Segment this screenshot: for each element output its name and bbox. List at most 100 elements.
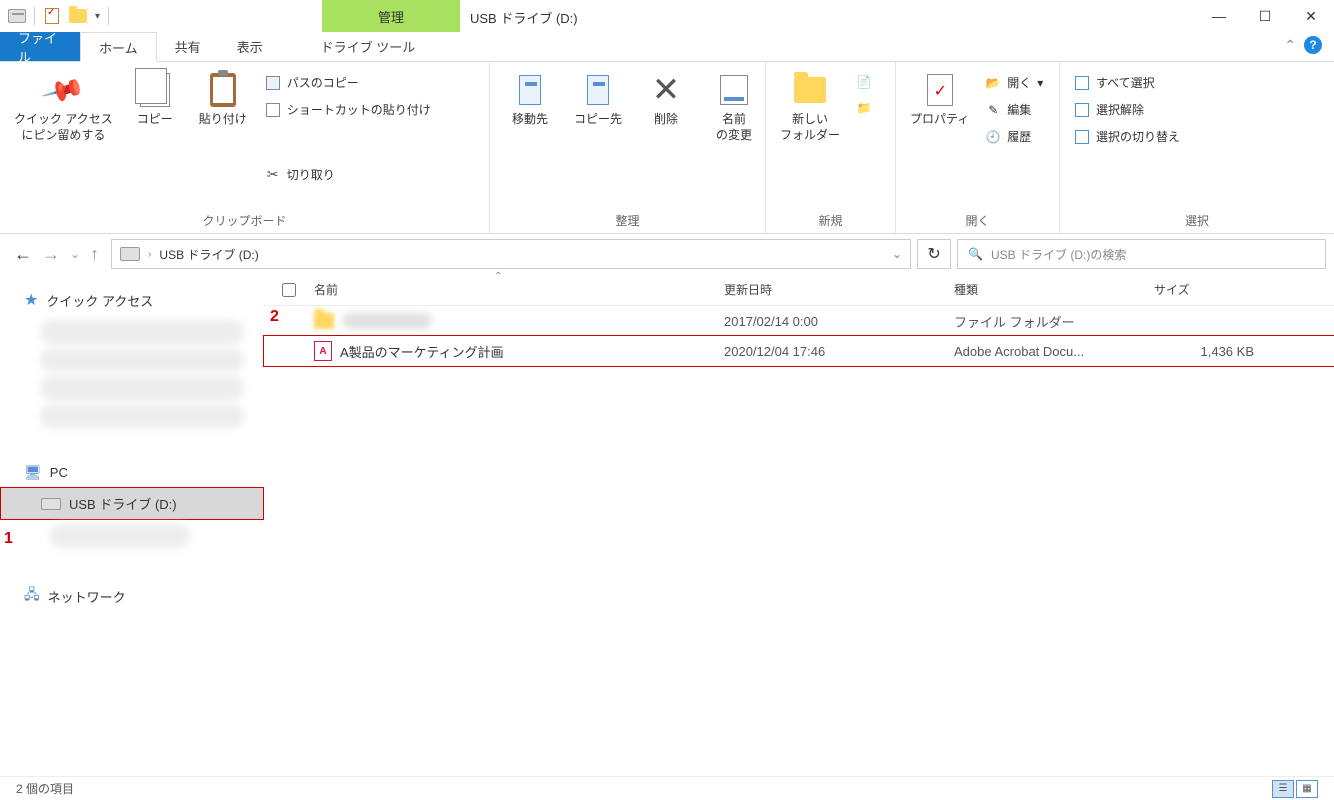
drive-icon [8,7,26,25]
history-button[interactable]: 🕘履歴 [981,126,1047,147]
copy-icon [140,73,170,107]
forward-button[interactable]: → [42,244,60,265]
nav-usb-drive-label: USB ドライブ (D:) [69,494,177,513]
file-date: 2017/02/14 0:00 [724,314,954,329]
file-row-pdf[interactable]: A製品のマーケティング計画 2020/12/04 17:46 Adobe Acr… [264,336,1334,366]
manage-context-tab[interactable]: 管理 [322,0,460,32]
group-label-select: 選択 [1068,208,1326,229]
maximize-button[interactable]: ☐ [1242,0,1288,32]
cut-icon: ✂ [265,167,281,183]
drive-icon [120,247,140,261]
blurred-folder-name [342,313,432,329]
drive-icon [41,498,61,510]
breadcrumb-location[interactable]: USB ドライブ (D:) [159,246,258,263]
col-type[interactable]: 種類 [954,281,1154,298]
file-type: ファイル フォルダー [954,312,1154,331]
nav-network[interactable]: 🖧 ネットワーク [0,578,264,614]
ribbon-group-open: プロパティ 📂開く ▾ ✎編集 🕘履歴 開く [896,62,1060,233]
nav-quick-access[interactable]: ★ クイック アクセス [0,284,264,316]
new-folder-icon [794,77,826,103]
nav-blurred-item [40,404,244,428]
refresh-button[interactable]: ↻ [917,239,951,269]
move-icon [519,75,541,105]
select-all-button[interactable]: すべて選択 [1070,72,1184,93]
search-box[interactable]: 🔍 USB ドライブ (D:)の検索 [957,239,1326,269]
window-controls: — ☐ ✕ [1196,0,1334,32]
rename-icon [720,75,748,105]
col-size[interactable]: サイズ [1154,281,1274,298]
copy-path-button[interactable]: パスのコピー [261,72,435,93]
ribbon-group-clipboard: 📌 クイック アクセス にピン留めする コピー 貼り付け パスのコピー ショート… [0,62,490,233]
search-icon: 🔍 [968,247,983,261]
annotation-1: 1 [4,530,13,548]
select-all-checkbox[interactable] [282,283,296,297]
file-name: A製品のマーケティング計画 [340,342,504,361]
col-date[interactable]: 更新日時 [724,281,954,298]
edit-button[interactable]: ✎編集 [981,99,1047,120]
history-icon: 🕘 [985,129,1001,145]
tab-drive-tools[interactable]: ドライブ ツール [303,32,434,61]
move-to-button[interactable]: 移動先 [498,68,562,208]
open-icon: 📂 [985,75,1001,91]
window-title: USB ドライブ (D:) [470,8,578,27]
pin-quick-access-button[interactable]: 📌 クイック アクセス にピン留めする [8,68,119,208]
col-name[interactable]: 名前⌃ [314,281,724,298]
file-row-folder[interactable]: 2017/02/14 0:00 ファイル フォルダー [264,306,1334,336]
close-button[interactable]: ✕ [1288,0,1334,32]
select-all-icon [1075,76,1089,90]
paste-button[interactable]: 貼り付け [191,68,255,208]
navigation-pane: ★ クイック アクセス 🖥 PC 1 USB ドライブ (D:) 🖧 ネットワー… [0,274,264,798]
properties-button[interactable]: プロパティ [904,68,975,208]
thumbnails-view-button[interactable]: ▦ [1296,780,1318,798]
recent-dropdown-icon[interactable]: ⌄ [70,247,80,261]
details-view-button[interactable]: ☰ [1272,780,1294,798]
open-button[interactable]: 📂開く ▾ [981,72,1047,93]
copy-to-button[interactable]: コピー先 [566,68,630,208]
shortcut-icon [265,102,281,118]
nav-blurred-item [50,524,190,548]
properties-icon [927,74,953,106]
easy-access-button[interactable]: 📁 [852,98,876,118]
properties-qat-icon[interactable] [43,7,61,25]
nav-quick-access-label: クイック アクセス [46,291,153,310]
invert-selection-button[interactable]: 選択の切り替え [1070,126,1184,147]
status-bar: 2 個の項目 ☰ ▦ [0,776,1334,800]
help-button[interactable]: ? [1304,36,1322,54]
copy-button[interactable]: コピー [123,68,187,208]
pin-icon: 📌 [40,67,87,113]
tab-view[interactable]: 表示 [219,32,281,61]
breadcrumb-separator-icon: › [148,249,151,260]
address-bar[interactable]: › USB ドライブ (D:) ⌄ [111,239,911,269]
address-dropdown-icon[interactable]: ⌄ [892,247,902,261]
nav-arrows: ← → ⌄ ↑ [8,244,105,265]
view-mode-icons: ☰ ▦ [1272,780,1318,798]
cut-button[interactable]: ✂切り取り [261,164,435,185]
tab-share[interactable]: 共有 [157,32,219,61]
new-item-button[interactable]: 📄 [852,72,876,92]
item-count: 2 個の項目 [16,780,74,797]
group-label-open: 開く [904,208,1051,229]
up-button[interactable]: ↑ [90,244,99,265]
rename-button[interactable]: 名前 の変更 [702,68,766,208]
nav-usb-drive[interactable]: USB ドライブ (D:) [0,487,264,520]
folder-qat-icon[interactable] [69,7,87,25]
ribbon-group-new: 新しい フォルダー 📄 📁 新規 [766,62,896,233]
minimize-button[interactable]: — [1196,0,1242,32]
new-folder-button[interactable]: 新しい フォルダー [774,68,846,208]
paste-shortcut-button[interactable]: ショートカットの貼り付け [261,99,435,120]
file-list: 2 名前⌃ 更新日時 種類 サイズ 2017/02/14 0:00 ファイル フ… [264,274,1334,798]
collapse-ribbon-icon[interactable]: ⌃ [1284,37,1296,54]
divider [34,7,35,25]
tab-home[interactable]: ホーム [80,32,157,62]
ribbon-group-select: すべて選択 選択解除 選択の切り替え 選択 [1060,62,1334,233]
delete-button[interactable]: ✕ 削除 [634,68,698,208]
nav-blurred-item [40,320,244,344]
back-button[interactable]: ← [14,244,32,265]
nav-pc[interactable]: 🖥 PC [0,458,264,487]
explorer-body: ★ クイック アクセス 🖥 PC 1 USB ドライブ (D:) 🖧 ネットワー… [0,274,1334,798]
new-item-icon: 📄 [856,74,872,90]
qat-dropdown-icon[interactable]: ▾ [95,11,100,22]
group-label-organize: 整理 [498,208,757,229]
deselect-button[interactable]: 選択解除 [1070,99,1184,120]
tab-file[interactable]: ファイル [0,32,80,61]
